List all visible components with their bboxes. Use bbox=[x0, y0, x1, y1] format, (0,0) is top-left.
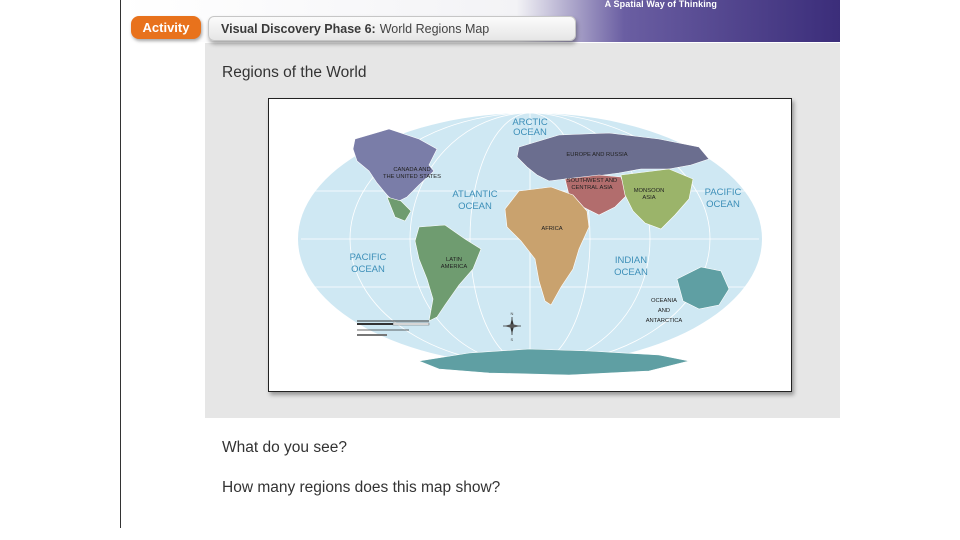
label-oceania-1: OCEANIA bbox=[651, 298, 677, 304]
map-graphic: ARCTIC OCEAN ATLANTIC OCEAN PACIFIC OCEA… bbox=[298, 112, 762, 376]
title-topic: World Regions Map bbox=[379, 21, 490, 36]
label-arctic-ocean-2: OCEAN bbox=[513, 127, 547, 138]
label-pacific-west-2: OCEAN bbox=[351, 264, 385, 275]
activity-badge: Activity bbox=[131, 16, 201, 39]
label-pacific-east-1: PACIFIC bbox=[705, 187, 742, 198]
label-sw-central-asia-1: SOUTHWEST AND bbox=[567, 178, 617, 184]
label-indian-ocean-1: INDIAN bbox=[615, 255, 647, 266]
question-2: How many regions does this map show? bbox=[222, 479, 501, 496]
label-latin-america-2: AMERICA bbox=[441, 264, 468, 270]
label-monsoon-asia-2: ASIA bbox=[642, 195, 655, 201]
label-canada-us-2: THE UNITED STATES bbox=[383, 174, 441, 180]
label-canada-us-1: CANADA AND bbox=[393, 167, 430, 173]
label-indian-ocean-2: OCEAN bbox=[614, 267, 648, 278]
label-latin-america-1: LATIN bbox=[446, 257, 462, 263]
title-phase: Visual Discovery Phase 6: bbox=[221, 21, 376, 36]
label-africa: AFRICA bbox=[541, 226, 562, 232]
label-oceania-2: AND bbox=[658, 308, 670, 314]
label-atlantic-ocean-1: ATLANTIC bbox=[452, 189, 497, 200]
left-border-line bbox=[120, 0, 121, 528]
activity-title-tab: Visual Discovery Phase 6: World Regions … bbox=[208, 16, 576, 41]
label-europe-russia: EUROPE AND RUSSIA bbox=[566, 152, 627, 158]
question-1: What do you see? bbox=[222, 439, 347, 456]
label-monsoon-asia-1: MONSOON bbox=[634, 188, 665, 194]
world-regions-map: ARCTIC OCEAN ATLANTIC OCEAN PACIFIC OCEA… bbox=[268, 98, 792, 392]
label-pacific-west-1: PACIFIC bbox=[350, 252, 387, 263]
compass-north: N bbox=[511, 311, 514, 316]
label-oceania-3: ANTARCTICA bbox=[646, 318, 683, 324]
header-tagline: A Spatial Way of Thinking bbox=[604, 0, 717, 9]
label-atlantic-ocean-2: OCEAN bbox=[458, 201, 492, 212]
section-title: Regions of the World bbox=[222, 64, 367, 81]
label-sw-central-asia-2: CENTRAL ASIA bbox=[571, 185, 612, 191]
compass-south: S bbox=[511, 337, 514, 342]
label-pacific-east-2: OCEAN bbox=[706, 199, 740, 210]
